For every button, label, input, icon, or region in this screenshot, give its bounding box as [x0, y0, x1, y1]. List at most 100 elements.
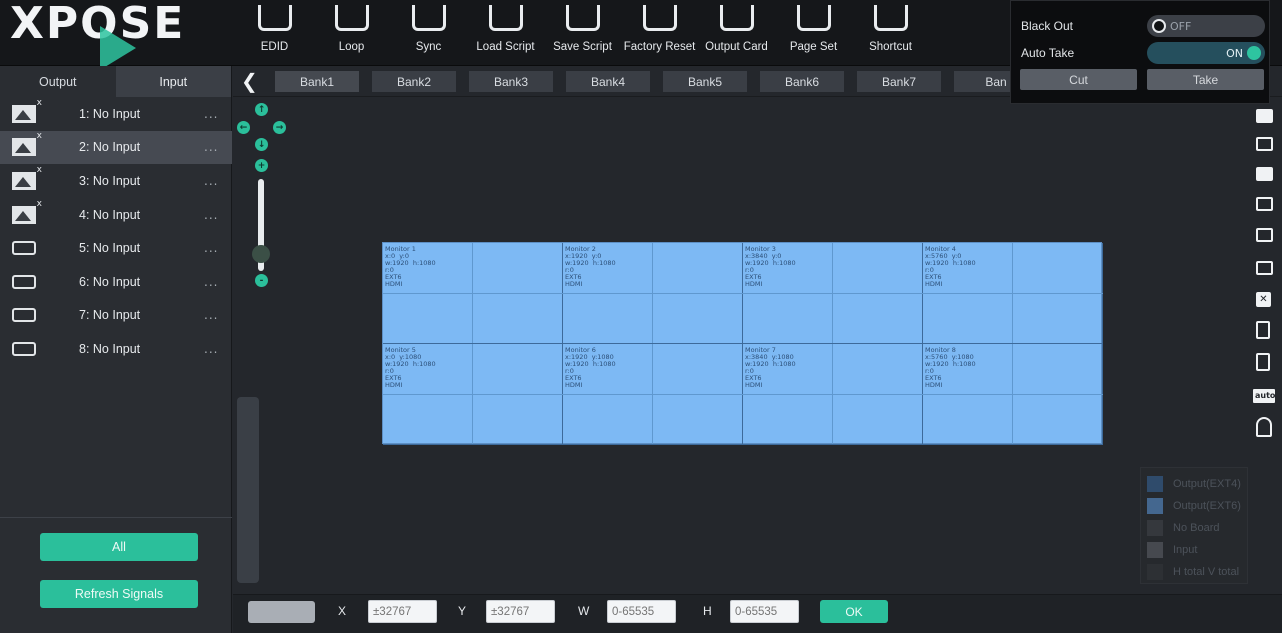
cut-button[interactable]: Cut	[1020, 69, 1137, 90]
factory-reset-icon	[642, 5, 677, 31]
toolbar-button-factory-reset[interactable]: Factory Reset	[621, 0, 698, 66]
position-bar: X Y W H OK	[233, 594, 1282, 633]
window-layout-icon[interactable]	[1256, 109, 1273, 123]
toolbar-button-output-card[interactable]: Output Card	[698, 0, 775, 66]
input-item-4[interactable]: 4: No Input ...	[0, 198, 232, 232]
auto-take-state: ON	[1226, 46, 1243, 60]
y-input[interactable]	[486, 600, 555, 623]
tab-bank4[interactable]: Bank4	[566, 71, 650, 92]
monitor-tile[interactable]: Monitor 3 x:3840 y:0 w:1920 h:1080 r:0 EXT6 H…	[743, 243, 923, 344]
toolbar-button-save-script[interactable]: Save Script	[544, 0, 621, 66]
logo-text: XPOSE	[10, 0, 186, 49]
image-input-icon	[12, 165, 42, 190]
legend-swatch	[1147, 498, 1163, 514]
w-input[interactable]	[607, 600, 676, 623]
image-close-icon[interactable]	[1256, 261, 1273, 275]
h-input[interactable]	[730, 600, 799, 623]
tab-bank6[interactable]: Bank6	[760, 71, 844, 92]
auto-icon[interactable]: auto	[1253, 389, 1275, 403]
more-icon[interactable]: ...	[204, 308, 218, 322]
port-input-icon	[12, 241, 36, 256]
toolbar-button-edid[interactable]: EDID	[236, 0, 313, 66]
more-icon[interactable]: ...	[204, 174, 218, 188]
monitor-port: HDMI	[385, 381, 403, 389]
ok-button[interactable]: OK	[820, 600, 888, 623]
more-icon[interactable]: ...	[204, 140, 218, 154]
more-icon[interactable]: ...	[204, 241, 218, 255]
more-icon[interactable]: ...	[204, 107, 218, 121]
page-next-icon[interactable]	[1256, 321, 1270, 339]
input-item-5[interactable]: 5: No Input ...	[0, 231, 232, 265]
toolbar-button-page-set[interactable]: Page Set	[775, 0, 852, 66]
pan-up-icon[interactable]: ↑	[255, 103, 268, 116]
more-icon[interactable]: ...	[204, 342, 218, 356]
monitor-info: Monitor 6 x:1920 y:1080 w:1920 h:1080 r:0 EX…	[565, 347, 616, 389]
black-out-toggle[interactable]: OFF	[1147, 15, 1265, 37]
tab-bank2[interactable]: Bank2	[372, 71, 456, 92]
monitor-port: HDMI	[925, 381, 943, 389]
tile-grid-line	[923, 293, 1103, 294]
tile-grid-line	[383, 394, 563, 395]
tab-bank3[interactable]: Bank3	[469, 71, 553, 92]
window-stack-icon[interactable]	[1256, 137, 1273, 151]
monitor-info: Monitor 4 x:5760 y:0 w:1920 h:1080 r:0 EXT6 H…	[925, 246, 976, 288]
toolbar-button-shortcut[interactable]: Shortcut	[852, 0, 929, 66]
input-item-6[interactable]: 6: No Input ...	[0, 265, 232, 299]
window-full-icon[interactable]	[1256, 167, 1273, 181]
image-icon[interactable]	[1256, 228, 1273, 242]
toolbar-button-load-script[interactable]: Load Script	[467, 0, 544, 66]
tab-bank1[interactable]: Bank1	[275, 71, 359, 92]
zoom-in-icon[interactable]: +	[255, 159, 268, 172]
vertical-scrollbar[interactable]	[237, 397, 259, 583]
pan-down-icon[interactable]: ↓	[255, 138, 268, 151]
legend-item: H total V total	[1147, 564, 1239, 580]
monitor-tile[interactable]: Monitor 4 x:5760 y:0 w:1920 h:1080 r:0 EXT6 H…	[923, 243, 1103, 344]
zoom-out-icon[interactable]: -	[255, 274, 268, 287]
tab-bank7[interactable]: Bank7	[857, 71, 941, 92]
monitor-tile[interactable]: Monitor 1 x:0 y:0 w:1920 h:1080 r:0 EXT6 HDMI	[383, 243, 563, 344]
input-item-3[interactable]: 3: No Input ...	[0, 164, 232, 198]
input-label: 8: No Input	[79, 341, 141, 356]
pan-left-icon[interactable]: ←	[237, 121, 250, 134]
more-icon[interactable]: ...	[204, 208, 218, 222]
input-item-8[interactable]: 8: No Input ...	[0, 332, 232, 366]
toolbar-label: Factory Reset	[623, 41, 696, 53]
close-icon[interactable]: ✕	[1256, 292, 1271, 307]
toolbar-button-sync[interactable]: Sync	[390, 0, 467, 66]
monitor-tile[interactable]: Monitor 2 x:1920 y:0 w:1920 h:1080 r:0 EXT6 H…	[563, 243, 743, 344]
layout-canvas[interactable]: ↑ ← → ↓ + - Monitor 1 x:0 y:0 w:1920 h:108…	[233, 97, 1248, 594]
all-button[interactable]: All	[40, 533, 198, 561]
toolbar-label: Sync	[415, 41, 442, 53]
take-button[interactable]: Take	[1147, 69, 1264, 90]
legend-swatch	[1147, 520, 1163, 536]
monitor-tile[interactable]: Monitor 6 x:1920 y:1080 w:1920 h:1080 r:0 EX…	[563, 344, 743, 445]
monitor-wall: Monitor 1 x:0 y:0 w:1920 h:1080 r:0 EXT6 HDMI…	[382, 242, 1103, 445]
power-on-icon[interactable]	[1256, 417, 1272, 437]
input-label: 3: No Input	[79, 173, 141, 188]
toolbar-button-loop[interactable]: Loop	[313, 0, 390, 66]
monitor-tile[interactable]: Monitor 7 x:3840 y:1080 w:1920 h:1080 r:0 EX…	[743, 344, 923, 445]
toggle-knob	[1247, 46, 1261, 60]
page-icon[interactable]	[1256, 353, 1270, 371]
tab-output[interactable]: Output	[0, 66, 116, 97]
tile-grid-line	[743, 394, 923, 395]
tab-input[interactable]: Input	[115, 66, 231, 97]
input-item-2[interactable]: 2: No Input ...	[0, 130, 232, 165]
chevron-left-icon[interactable]: ❮	[241, 71, 258, 91]
input-item-7[interactable]: 7: No Input ...	[0, 299, 232, 333]
blank-field[interactable]	[248, 601, 315, 623]
pan-right-icon[interactable]: →	[273, 121, 286, 134]
x-input[interactable]	[368, 600, 437, 623]
zoom-slider-handle[interactable]	[252, 245, 270, 263]
input-item-1[interactable]: 1: No Input ...	[0, 97, 232, 131]
tab-bank5[interactable]: Bank5	[663, 71, 747, 92]
auto-take-toggle[interactable]: ON	[1147, 42, 1265, 64]
window-split-icon[interactable]	[1256, 197, 1273, 211]
monitor-port: HDMI	[385, 280, 403, 288]
monitor-tile[interactable]: Monitor 5 x:0 y:1080 w:1920 h:1080 r:0 EXT6 H…	[383, 344, 563, 445]
refresh-signals-button[interactable]: Refresh Signals	[40, 580, 198, 608]
input-panel: Output Input 1: No Input ... 2: No Input…	[0, 66, 232, 633]
more-icon[interactable]: ...	[204, 275, 218, 289]
monitor-tile[interactable]: Monitor 8 x:5760 y:1080 w:1920 h:1080 r:0 EX…	[923, 344, 1103, 445]
input-label: 7: No Input	[79, 308, 141, 323]
